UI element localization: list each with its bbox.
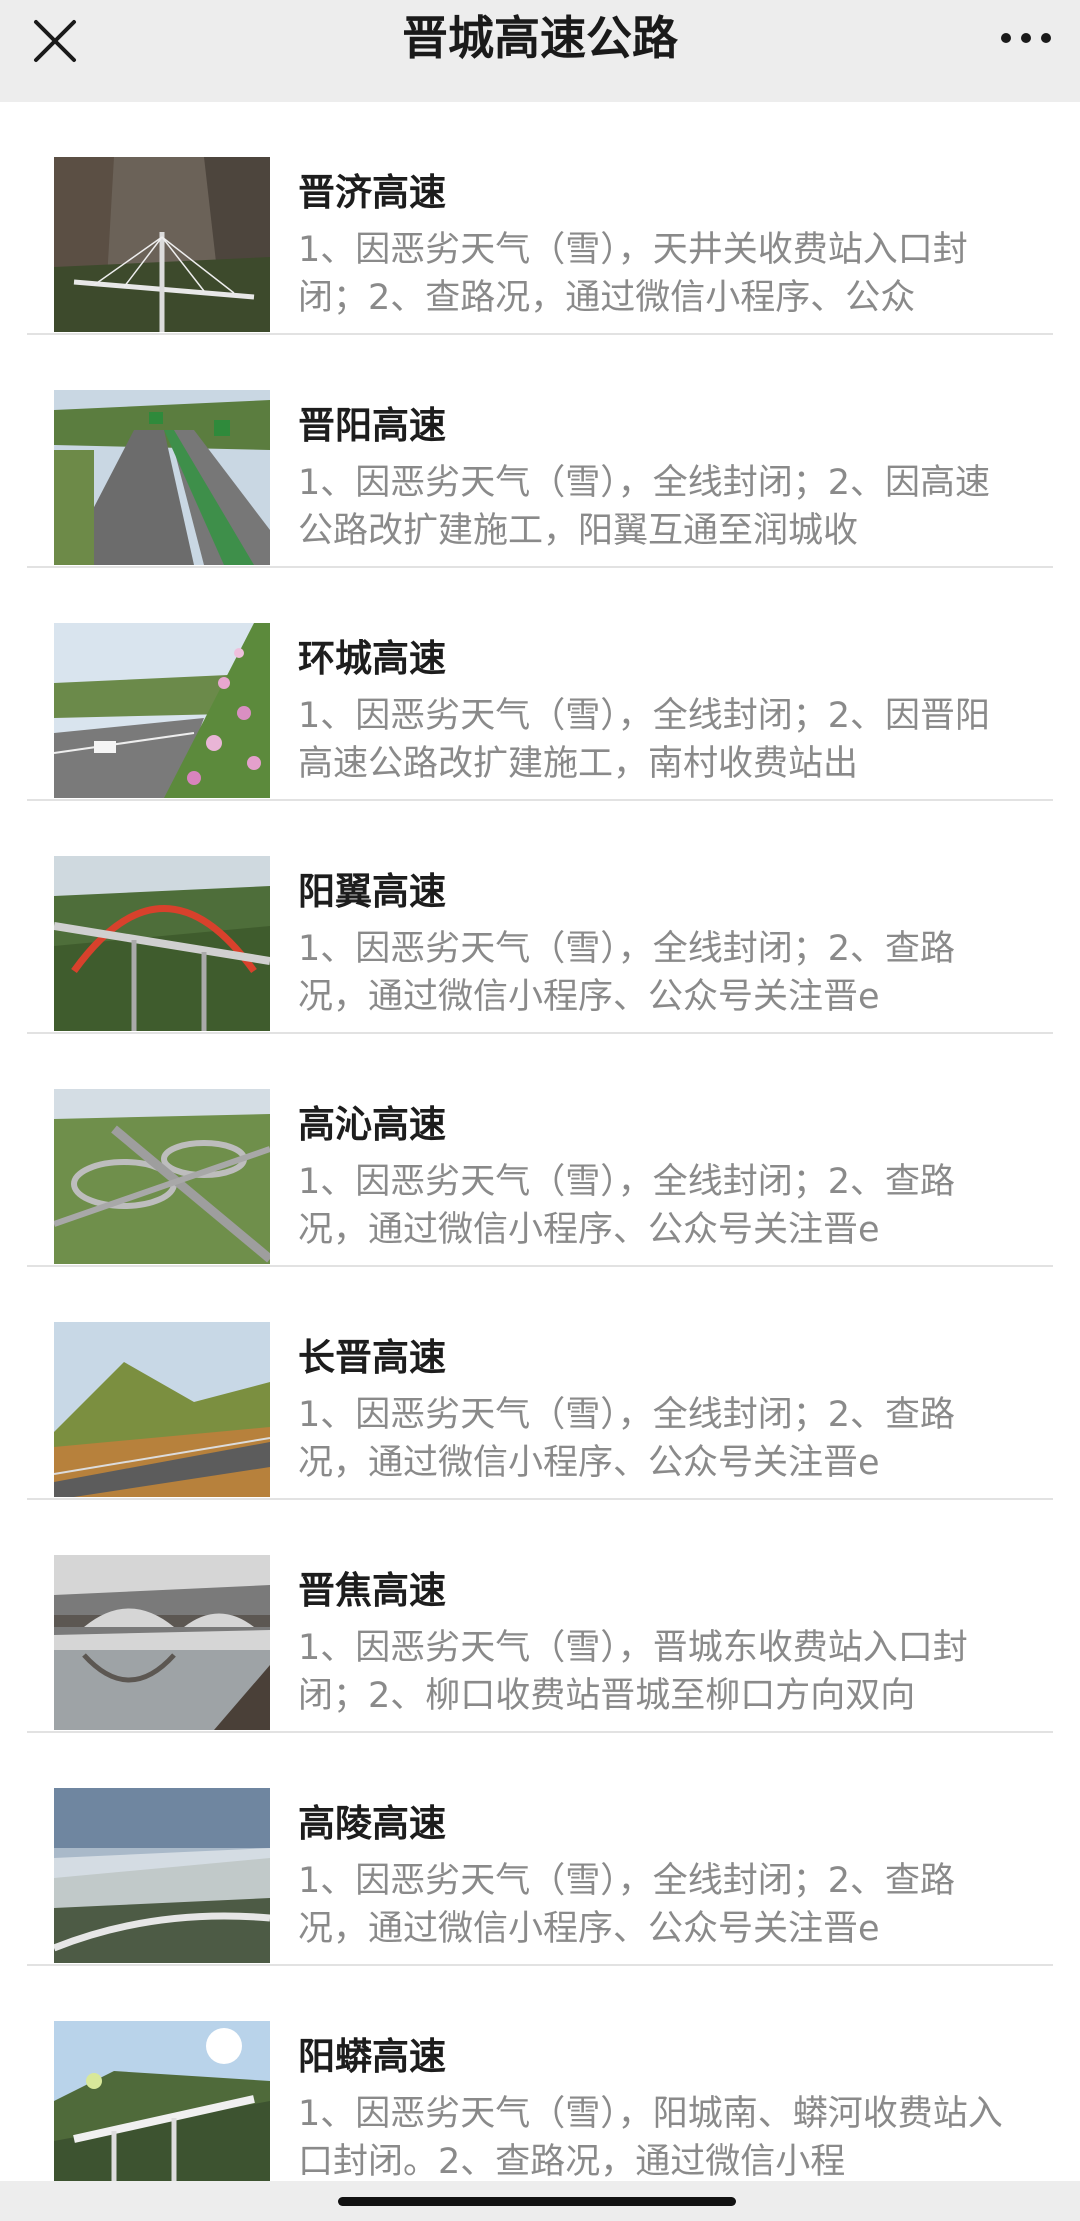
road-thumbnail (54, 623, 270, 798)
road-thumbnail (54, 1322, 270, 1497)
road-status-description: 1、因恶劣天气（雪），全线封闭；2、查路况，通过微信小程序、公众号关注晋e (298, 1162, 956, 1250)
road-name: 阳蟒高速 (298, 2035, 446, 2078)
road-name: 晋焦高速 (298, 1569, 446, 1612)
road-list-item[interactable]: 晋济高速 1、因恶劣天气（雪），天井关收费站入口封闭；2、查路况，通过微信小程序、… (0, 102, 1080, 335)
road-status-description: 1、因恶劣天气（雪），全线封闭；2、因高速公路改扩建施工，阳翼互通至润城收 (298, 463, 991, 551)
bottom-bar (0, 2181, 1080, 2221)
road-thumbnail (54, 856, 270, 1031)
page-title: 晋城高速公路 (402, 11, 678, 65)
road-status-description: 1、因恶劣天气（雪），全线封闭；2、查路况，通过微信小程序、公众号关注晋e (298, 1395, 956, 1483)
road-name: 阳翼高速 (298, 870, 446, 913)
road-status-description: 1、因恶劣天气（雪），全线封闭；2、因晋阳高速公路改扩建施工，南村收费站出 (298, 696, 991, 784)
road-thumbnail (54, 1555, 270, 1730)
road-thumbnail (54, 1788, 270, 1963)
road-list-item[interactable]: 晋阳高速 1、因恶劣天气（雪），全线封闭；2、因高速公路改扩建施工，阳翼互通至润城… (0, 335, 1080, 568)
road-list-item[interactable]: 阳蟒高速 1、因恶劣天气（雪），阳城南、蟒河收费站入口封闭。2、查路况，通过微信小… (0, 1966, 1080, 2199)
road-thumbnail (54, 390, 270, 565)
road-name: 晋阳高速 (298, 404, 446, 447)
road-list-item[interactable]: 高陵高速 1、因恶劣天气（雪），全线封闭；2、查路况，通过微信小程序、公众号关注晋… (0, 1733, 1080, 1966)
road-status-description: 1、因恶劣天气（雪），全线封闭；2、查路况，通过微信小程序、公众号关注晋e (298, 1861, 956, 1949)
road-list-item[interactable]: 高沁高速 1、因恶劣天气（雪），全线封闭；2、查路况，通过微信小程序、公众号关注晋… (0, 1034, 1080, 1267)
road-name: 长晋高速 (298, 1336, 446, 1379)
road-list-item[interactable]: 晋焦高速 1、因恶劣天气（雪），晋城东收费站入口封闭；2、柳口收费站晋城至柳口方向… (0, 1500, 1080, 1733)
road-name: 晋济高速 (298, 171, 446, 214)
nav-header: 晋城高速公路 (0, 0, 1080, 102)
road-list-item[interactable]: 长晋高速 1、因恶劣天气（雪），全线封闭；2、查路况，通过微信小程序、公众号关注晋… (0, 1267, 1080, 1500)
road-list-item[interactable]: 环城高速 1、因恶劣天气（雪），全线封闭；2、因晋阳高速公路改扩建施工，南村收费站… (0, 568, 1080, 801)
road-status-description: 1、因恶劣天气（雪），全线封闭；2、查路况，通过微信小程序、公众号关注晋e (298, 929, 956, 1017)
road-list-item[interactable]: 阳翼高速 1、因恶劣天气（雪），全线封闭；2、查路况，通过微信小程序、公众号关注晋… (0, 801, 1080, 1034)
road-thumbnail (54, 2021, 270, 2196)
road-status-description: 1、因恶劣天气（雪），阳城南、蟒河收费站入口封闭。2、查路况，通过微信小程 (298, 2094, 1003, 2182)
home-indicator[interactable] (338, 2197, 736, 2206)
road-name: 环城高速 (298, 637, 446, 680)
road-thumbnail (54, 157, 270, 332)
road-status-description: 1、因恶劣天气（雪），天井关收费站入口封闭；2、查路况，通过微信小程序、公众 (298, 230, 968, 318)
road-status-description: 1、因恶劣天气（雪），晋城东收费站入口封闭；2、柳口收费站晋城至柳口方向双向 (298, 1628, 968, 1716)
more-icon (1001, 33, 1051, 43)
road-name: 高陵高速 (298, 1802, 446, 1845)
more-button[interactable] (996, 22, 1056, 54)
road-list: 晋济高速 1、因恶劣天气（雪），天井关收费站入口封闭；2、查路况，通过微信小程序、… (0, 102, 1080, 2199)
road-thumbnail (54, 1089, 270, 1264)
road-name: 高沁高速 (298, 1103, 446, 1146)
